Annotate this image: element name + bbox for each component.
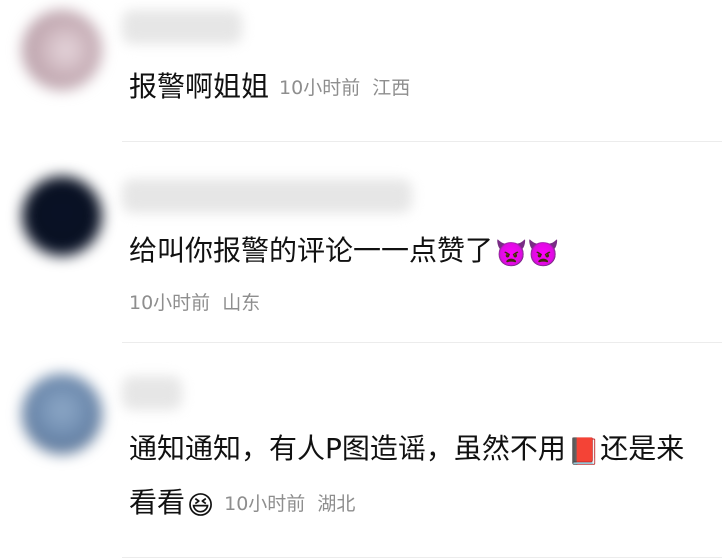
avatar[interactable] [22,176,102,256]
comment-meta: 10小时前 山东 [129,288,260,315]
comment-text: 通知通知，有人P图造谣，虽然不用📕还是来看看😆 10小时前 湖北 [129,422,708,531]
comment-meta: 10小时前 湖北 [224,493,355,515]
devil-emoji-icon: 👿👿 [495,239,560,269]
avatar[interactable] [22,374,102,454]
divider [122,557,722,558]
comment-location: 山东 [222,292,261,314]
comment-content-part1: 通知通知，有人P图造谣，虽然不用 [129,432,566,465]
comment-item: 通知通知，有人P图造谣，虽然不用📕还是来看看😆 10小时前 湖北 [0,344,722,560]
comment-meta: 10小时前 江西 [279,77,410,99]
comment-time: 10小时前 [224,493,306,515]
comment-time: 10小时前 [129,292,211,314]
divider [122,342,722,343]
comment-item: 给叫你报警的评论一一点赞了👿👿 10小时前 山东 [0,143,722,343]
comment-list: 报警啊姐姐 10小时前 江西 给叫你报警的评论一一点赞了👿👿 10小时前 山东 通知通… [0,0,722,560]
laughing-emoji-icon: 😆 [187,491,215,521]
red-book-emoji-icon: 📕 [567,437,601,467]
comment-location: 湖北 [317,493,356,515]
divider [122,141,722,142]
comment-location: 江西 [372,77,411,99]
comment-content: 给叫你报警的评论一一点赞了 [129,234,494,267]
avatar[interactable] [22,10,102,90]
comment-content: 报警啊姐姐 [129,70,270,103]
username-blurred[interactable] [122,179,412,213]
comment-text: 给叫你报警的评论一一点赞了👿👿 [129,224,708,278]
username-blurred[interactable] [122,10,242,44]
comment-time: 10小时前 [279,77,361,99]
comment-text: 报警啊姐姐 10小时前 江西 [129,60,708,115]
username-blurred[interactable] [122,376,182,410]
comment-item: 报警啊姐姐 10小时前 江西 [0,0,722,142]
